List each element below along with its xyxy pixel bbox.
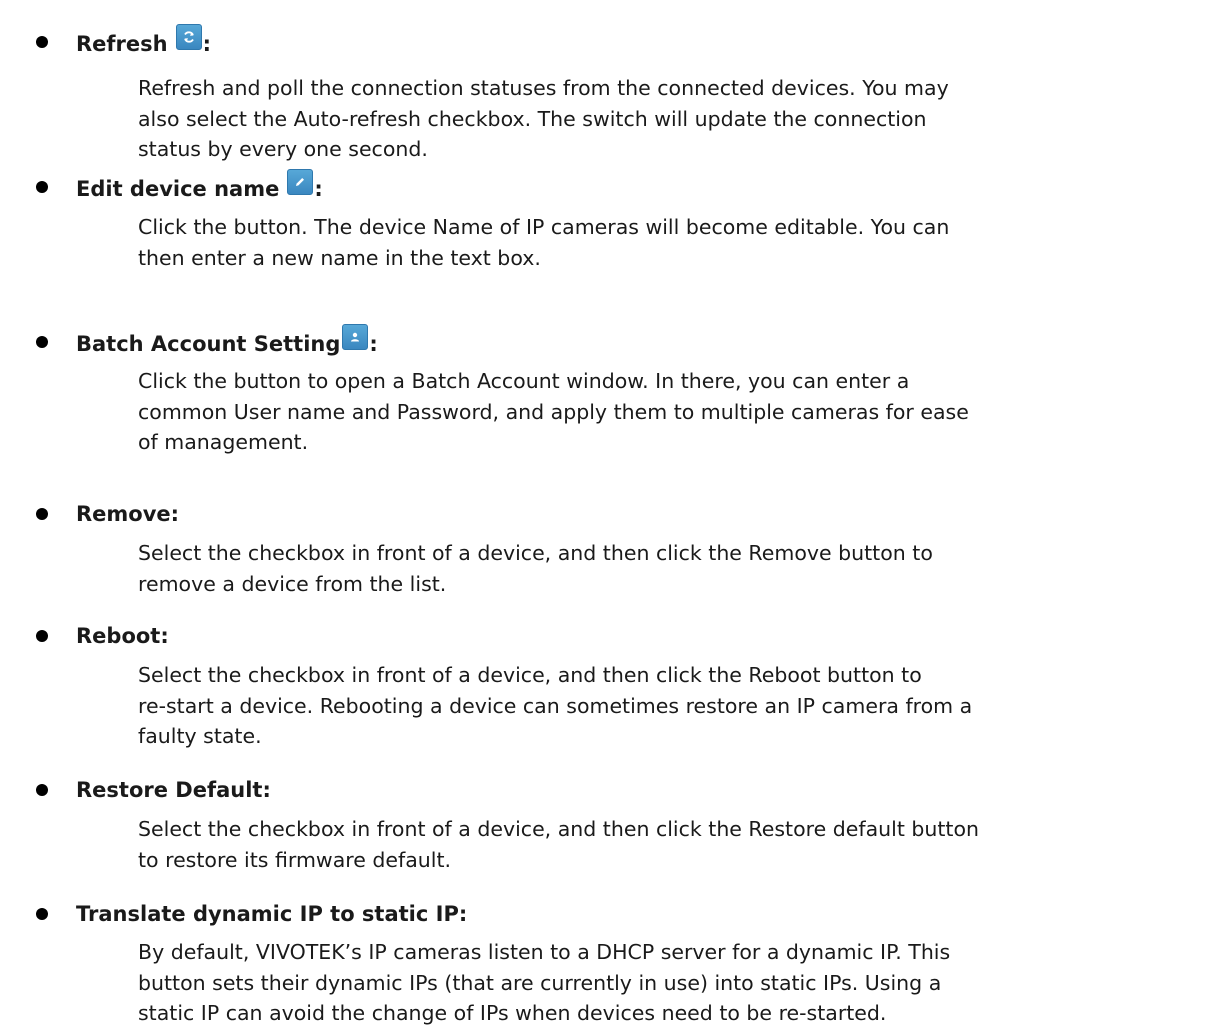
section-description: By default, VIVOTEK’s IP cameras listen … xyxy=(138,940,951,1025)
section-description: Click the button. The device Name of IP … xyxy=(138,215,950,270)
colon: : xyxy=(202,32,212,56)
section-title: Reboot: xyxy=(76,624,169,648)
bullet xyxy=(36,36,48,48)
bullet xyxy=(36,336,48,348)
section-title: Restore Default: xyxy=(76,778,271,802)
section-description: Select the checkbox in front of a device… xyxy=(138,663,973,748)
colon: : xyxy=(314,177,323,201)
colon: : xyxy=(369,332,378,356)
refresh-button[interactable] xyxy=(175,24,202,50)
document-page: Refresh : Refresh and poll the connectio… xyxy=(0,0,1225,1030)
refresh-icon xyxy=(183,31,194,43)
bullet xyxy=(36,784,48,796)
section-title: Edit device name xyxy=(76,177,280,201)
section-description: Refresh and poll the connection statuses… xyxy=(138,76,949,161)
user-icon xyxy=(351,332,360,342)
edit-device-name-button[interactable] xyxy=(287,169,314,195)
pencil-icon xyxy=(296,178,305,186)
section-description: Click the button to open a Batch Account… xyxy=(138,369,969,454)
section-title: Remove: xyxy=(76,502,180,526)
bullet xyxy=(36,181,48,193)
section-description: Select the checkbox in front of a device… xyxy=(138,541,933,596)
section-title: Refresh xyxy=(76,32,168,56)
section-description: Select the checkbox in front of a device… xyxy=(138,817,980,872)
section-title: Translate dynamic IP to static IP: xyxy=(76,902,468,926)
section-title: Batch Account Setting xyxy=(76,332,341,356)
bullet xyxy=(36,508,48,520)
batch-account-button[interactable] xyxy=(342,324,369,350)
bullet xyxy=(36,908,48,920)
bullet xyxy=(36,630,48,642)
